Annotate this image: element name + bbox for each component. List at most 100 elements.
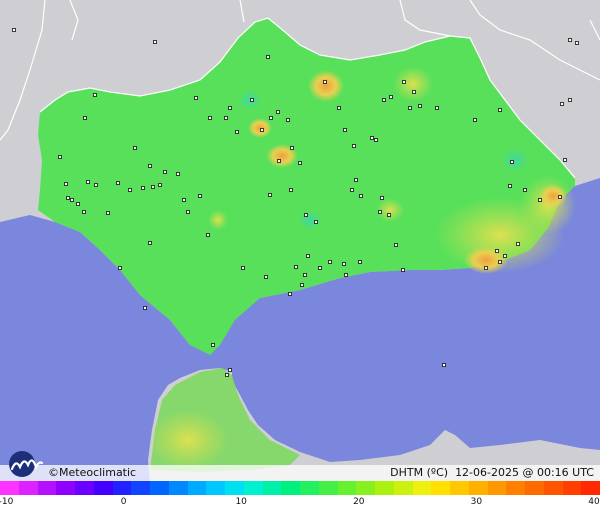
station-marker bbox=[343, 128, 347, 132]
scale-swatch bbox=[168, 481, 188, 495]
station-marker bbox=[401, 268, 405, 272]
station-marker bbox=[523, 188, 527, 192]
station-marker bbox=[344, 273, 348, 277]
station-marker bbox=[211, 343, 215, 347]
station-marker bbox=[358, 260, 362, 264]
station-marker bbox=[538, 198, 542, 202]
scale-swatch bbox=[468, 481, 488, 495]
station-marker bbox=[342, 262, 346, 266]
station-marker bbox=[128, 188, 132, 192]
scale-swatch bbox=[112, 481, 132, 495]
station-marker bbox=[228, 368, 232, 372]
scale-swatch bbox=[75, 481, 94, 495]
meteoclimatic-logo bbox=[9, 451, 44, 477]
station-marker bbox=[148, 164, 152, 168]
station-marker bbox=[350, 188, 354, 192]
station-marker bbox=[194, 96, 198, 100]
scale-tick-label: 0 bbox=[120, 497, 127, 507]
station-marker bbox=[133, 146, 137, 150]
station-marker bbox=[264, 275, 268, 279]
scale-swatch bbox=[131, 481, 150, 495]
station-marker bbox=[354, 178, 358, 182]
scale-swatch bbox=[18, 481, 38, 495]
station-marker bbox=[323, 80, 327, 84]
station-marker bbox=[300, 283, 304, 287]
scale-tick-label: -10 bbox=[0, 497, 14, 507]
station-marker bbox=[508, 184, 512, 188]
credit-text: ©Meteoclimatic bbox=[48, 466, 137, 479]
scale-tick-label: 40 bbox=[588, 497, 600, 507]
station-marker bbox=[66, 196, 70, 200]
station-marker bbox=[70, 198, 74, 202]
station-marker bbox=[328, 260, 332, 264]
scale-swatch bbox=[393, 481, 413, 495]
station-marker bbox=[288, 292, 292, 296]
station-marker bbox=[277, 159, 281, 163]
station-marker bbox=[298, 161, 302, 165]
station-marker bbox=[568, 98, 572, 102]
station-marker bbox=[64, 182, 68, 186]
station-marker bbox=[370, 136, 374, 140]
scale-swatch bbox=[300, 481, 319, 495]
station-marker bbox=[228, 106, 232, 110]
station-marker bbox=[304, 213, 308, 217]
scale-swatch bbox=[318, 481, 338, 495]
station-marker bbox=[495, 249, 499, 253]
scale-swatch bbox=[450, 481, 469, 495]
scale-tick-label: 10 bbox=[235, 497, 247, 507]
station-marker bbox=[106, 211, 110, 215]
station-marker bbox=[352, 144, 356, 148]
station-marker bbox=[158, 183, 162, 187]
color-scale bbox=[0, 481, 600, 495]
station-marker bbox=[276, 110, 280, 114]
station-marker bbox=[510, 160, 514, 164]
scale-swatch bbox=[431, 481, 450, 495]
station-marker bbox=[116, 181, 120, 185]
station-marker bbox=[153, 40, 157, 44]
station-marker bbox=[394, 243, 398, 247]
scale-swatch bbox=[375, 481, 394, 495]
scale-swatch bbox=[581, 481, 600, 495]
station-marker bbox=[473, 118, 477, 122]
scale-swatch bbox=[37, 481, 57, 495]
station-marker bbox=[484, 266, 488, 270]
station-marker bbox=[241, 266, 245, 270]
station-marker bbox=[378, 210, 382, 214]
station-marker bbox=[266, 55, 270, 59]
station-marker bbox=[558, 195, 562, 199]
station-marker bbox=[268, 193, 272, 197]
station-marker bbox=[148, 241, 152, 245]
station-marker bbox=[498, 108, 502, 112]
station-marker bbox=[182, 198, 186, 202]
station-marker bbox=[206, 233, 210, 237]
station-marker bbox=[380, 196, 384, 200]
scale-swatch bbox=[506, 481, 525, 495]
station-marker bbox=[235, 130, 239, 134]
scale-swatch bbox=[262, 481, 282, 495]
scale-swatch bbox=[0, 481, 19, 495]
station-marker bbox=[269, 116, 273, 120]
station-marker bbox=[412, 90, 416, 94]
station-marker bbox=[389, 95, 393, 99]
station-marker bbox=[435, 106, 439, 110]
station-marker bbox=[141, 186, 145, 190]
station-marker bbox=[260, 128, 264, 132]
station-marker bbox=[151, 185, 155, 189]
scale-swatch bbox=[543, 481, 563, 495]
scale-tick-label: 20 bbox=[353, 497, 365, 507]
station-marker bbox=[314, 220, 318, 224]
station-marker bbox=[76, 202, 80, 206]
station-marker bbox=[176, 172, 180, 176]
scale-swatch bbox=[525, 481, 544, 495]
station-marker bbox=[208, 116, 212, 120]
station-marker bbox=[224, 116, 228, 120]
station-marker bbox=[163, 170, 167, 174]
scale-swatch bbox=[150, 481, 169, 495]
station-marker bbox=[560, 102, 564, 106]
station-marker bbox=[575, 41, 579, 45]
station-marker bbox=[418, 104, 422, 108]
station-marker bbox=[318, 266, 322, 270]
station-marker bbox=[198, 194, 202, 198]
station-marker bbox=[387, 213, 391, 217]
station-marker bbox=[286, 118, 290, 122]
